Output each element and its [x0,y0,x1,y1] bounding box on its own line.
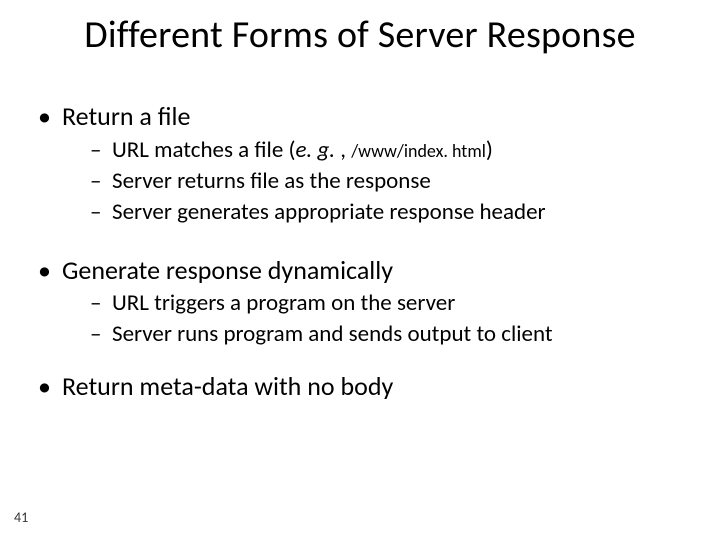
bullet-text: Return meta-data with no body [62,370,393,402]
sub-item: Server runs program and sends output to … [90,319,686,350]
sub-text: URL matches a file ( [112,136,295,164]
sub-text-em: e. g. [295,136,340,164]
bullet-meta-data: Return meta-data with no body [36,370,686,403]
slide-number: 41 [14,509,28,526]
sub-text: ) [486,136,493,164]
bullet-list: Return a file URL matches a file (e. g. … [36,100,686,403]
sub-list: URL matches a file (e. g. , /www/index. … [62,135,686,228]
sub-item: Server generates appropriate response he… [90,197,686,228]
sub-text: Server generates appropriate response he… [112,198,546,226]
sub-item: URL triggers a program on the server [90,288,686,319]
sub-item: URL matches a file (e. g. , /www/index. … [90,135,686,166]
slide: Different Forms of Server Response Retur… [0,0,720,540]
sub-text-path: /www/index. html [351,140,486,162]
bullet-return-file: Return a file URL matches a file (e. g. … [36,100,686,228]
sub-text: , [340,136,351,164]
sub-text: Server runs program and sends output to … [112,320,553,348]
slide-title: Different Forms of Server Response [0,14,720,58]
bullet-text: Return a file [62,100,190,132]
bullet-generate-dynamic: Generate response dynamically URL trigge… [36,254,686,351]
sub-list: URL triggers a program on the server Ser… [62,288,686,350]
sub-text: URL triggers a program on the server [112,289,455,317]
slide-body: Return a file URL matches a file (e. g. … [36,100,686,407]
sub-text: Server returns file as the response [112,167,431,195]
bullet-text: Generate response dynamically [62,254,393,286]
sub-item: Server returns file as the response [90,166,686,197]
